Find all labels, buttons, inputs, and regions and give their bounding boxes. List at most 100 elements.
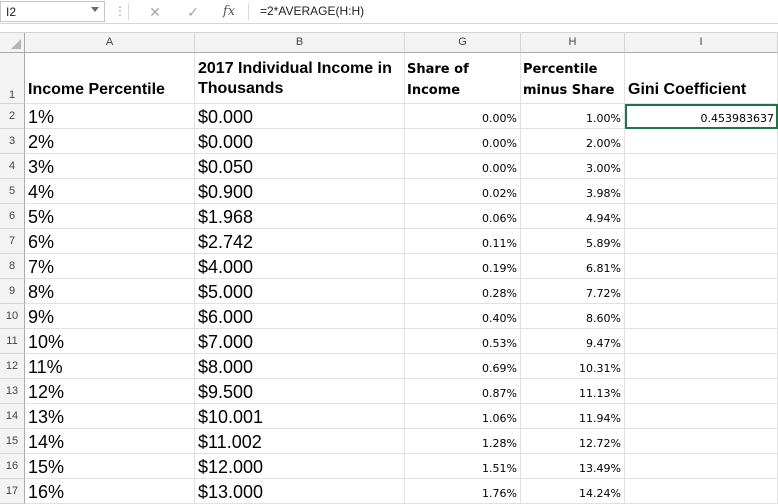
gini-coefficient-cell[interactable]	[625, 429, 778, 454]
insert-function-icon[interactable]: fx	[220, 3, 238, 21]
row-header-12[interactable]: 12	[0, 354, 25, 379]
row-header-13[interactable]: 13	[0, 379, 25, 404]
column-header-g[interactable]: G	[405, 33, 521, 53]
row-header-8[interactable]: 8	[0, 254, 25, 279]
name-box[interactable]: I2	[0, 1, 105, 22]
share-of-income-cell[interactable]: 0.00%	[405, 129, 521, 154]
percentile-minus-share-cell[interactable]: 8.60%	[521, 304, 625, 329]
gini-coefficient-cell[interactable]	[625, 179, 778, 204]
gini-coefficient-cell[interactable]	[625, 129, 778, 154]
gini-coefficient-cell-selected[interactable]: 0.453983637	[625, 104, 778, 129]
income-percentile-cell[interactable]: 4%	[25, 179, 195, 204]
income-percentile-cell[interactable]: 7%	[25, 254, 195, 279]
row-header-7[interactable]: 7	[0, 229, 25, 254]
more-options-icon[interactable]: ⋮	[114, 3, 126, 19]
income-percentile-cell[interactable]: 14%	[25, 429, 195, 454]
income-value-cell[interactable]: $7.000	[195, 329, 405, 354]
gini-coefficient-cell[interactable]	[625, 479, 778, 504]
share-of-income-cell[interactable]: 0.87%	[405, 379, 521, 404]
income-percentile-cell[interactable]: 12%	[25, 379, 195, 404]
formula-input[interactable]: =2*AVERAGE(H:H)	[260, 4, 364, 18]
gini-coefficient-cell[interactable]	[625, 354, 778, 379]
gini-coefficient-cell[interactable]	[625, 329, 778, 354]
percentile-minus-share-cell[interactable]: 11.94%	[521, 404, 625, 429]
share-of-income-cell[interactable]: 0.00%	[405, 104, 521, 129]
gini-coefficient-cell[interactable]	[625, 204, 778, 229]
income-value-cell[interactable]: $13.000	[195, 479, 405, 504]
percentile-minus-share-cell[interactable]: 5.89%	[521, 229, 625, 254]
gini-coefficient-cell[interactable]	[625, 229, 778, 254]
percentile-minus-share-cell[interactable]: 4.94%	[521, 204, 625, 229]
row-header-9[interactable]: 9	[0, 279, 25, 304]
share-of-income-cell[interactable]: 0.11%	[405, 229, 521, 254]
income-value-cell[interactable]: $6.000	[195, 304, 405, 329]
percentile-minus-share-cell[interactable]: 11.13%	[521, 379, 625, 404]
share-of-income-cell[interactable]: 1.06%	[405, 404, 521, 429]
income-percentile-cell[interactable]: 13%	[25, 404, 195, 429]
percentile-minus-share-cell[interactable]: 9.47%	[521, 329, 625, 354]
share-of-income-cell[interactable]: 0.02%	[405, 179, 521, 204]
income-value-cell[interactable]: $11.002	[195, 429, 405, 454]
income-percentile-cell[interactable]: 6%	[25, 229, 195, 254]
header-individual-income[interactable]: 2017 Individual Income in Thousands	[195, 53, 405, 104]
column-header-b[interactable]: B	[195, 33, 405, 53]
header-share-of-income[interactable]: Share of Income	[405, 53, 521, 104]
enter-icon[interactable]: ✓	[184, 3, 202, 21]
income-percentile-cell[interactable]: 5%	[25, 204, 195, 229]
row-header-6[interactable]: 6	[0, 204, 25, 229]
income-value-cell[interactable]: $1.968	[195, 204, 405, 229]
income-value-cell[interactable]: $4.000	[195, 254, 405, 279]
income-value-cell[interactable]: $0.000	[195, 104, 405, 129]
header-percentile-minus-share[interactable]: Percentile minus Share	[521, 53, 625, 104]
percentile-minus-share-cell[interactable]: 6.81%	[521, 254, 625, 279]
column-header-h[interactable]: H	[521, 33, 625, 53]
row-header-2[interactable]: 2	[0, 104, 25, 129]
income-value-cell[interactable]: $0.050	[195, 154, 405, 179]
share-of-income-cell[interactable]: 0.28%	[405, 279, 521, 304]
income-percentile-cell[interactable]: 16%	[25, 479, 195, 504]
share-of-income-cell[interactable]: 0.53%	[405, 329, 521, 354]
share-of-income-cell[interactable]: 0.40%	[405, 304, 521, 329]
income-value-cell[interactable]: $12.000	[195, 454, 405, 479]
percentile-minus-share-cell[interactable]: 1.00%	[521, 104, 625, 129]
gini-coefficient-cell[interactable]	[625, 379, 778, 404]
row-header-17[interactable]: 17	[0, 479, 25, 504]
percentile-minus-share-cell[interactable]: 10.31%	[521, 354, 625, 379]
share-of-income-cell[interactable]: 1.51%	[405, 454, 521, 479]
header-gini-coefficient[interactable]: Gini Coefficient	[625, 53, 778, 104]
column-header-i[interactable]: I	[625, 33, 778, 53]
share-of-income-cell[interactable]: 0.19%	[405, 254, 521, 279]
percentile-minus-share-cell[interactable]: 7.72%	[521, 279, 625, 304]
percentile-minus-share-cell[interactable]: 3.98%	[521, 179, 625, 204]
row-header-1[interactable]: 1	[0, 53, 25, 104]
income-value-cell[interactable]: $8.000	[195, 354, 405, 379]
column-header-a[interactable]: A	[25, 33, 195, 53]
share-of-income-cell[interactable]: 0.06%	[405, 204, 521, 229]
income-percentile-cell[interactable]: 9%	[25, 304, 195, 329]
gini-coefficient-cell[interactable]	[625, 454, 778, 479]
row-header-16[interactable]: 16	[0, 454, 25, 479]
row-header-5[interactable]: 5	[0, 179, 25, 204]
gini-coefficient-cell[interactable]	[625, 254, 778, 279]
select-all-button[interactable]	[0, 33, 25, 53]
income-percentile-cell[interactable]: 8%	[25, 279, 195, 304]
row-header-4[interactable]: 4	[0, 154, 25, 179]
percentile-minus-share-cell[interactable]: 12.72%	[521, 429, 625, 454]
row-header-15[interactable]: 15	[0, 429, 25, 454]
income-value-cell[interactable]: $5.000	[195, 279, 405, 304]
income-value-cell[interactable]: $0.900	[195, 179, 405, 204]
percentile-minus-share-cell[interactable]: 14.24%	[521, 479, 625, 504]
gini-coefficient-cell[interactable]	[625, 154, 778, 179]
income-percentile-cell[interactable]: 15%	[25, 454, 195, 479]
gini-coefficient-cell[interactable]	[625, 279, 778, 304]
row-header-14[interactable]: 14	[0, 404, 25, 429]
gini-coefficient-cell[interactable]	[625, 304, 778, 329]
income-percentile-cell[interactable]: 1%	[25, 104, 195, 129]
income-percentile-cell[interactable]: 11%	[25, 354, 195, 379]
header-income-percentile[interactable]: Income Percentile	[25, 53, 195, 104]
share-of-income-cell[interactable]: 1.76%	[405, 479, 521, 504]
share-of-income-cell[interactable]: 0.00%	[405, 154, 521, 179]
income-value-cell[interactable]: $10.001	[195, 404, 405, 429]
row-header-10[interactable]: 10	[0, 304, 25, 329]
income-value-cell[interactable]: $0.000	[195, 129, 405, 154]
